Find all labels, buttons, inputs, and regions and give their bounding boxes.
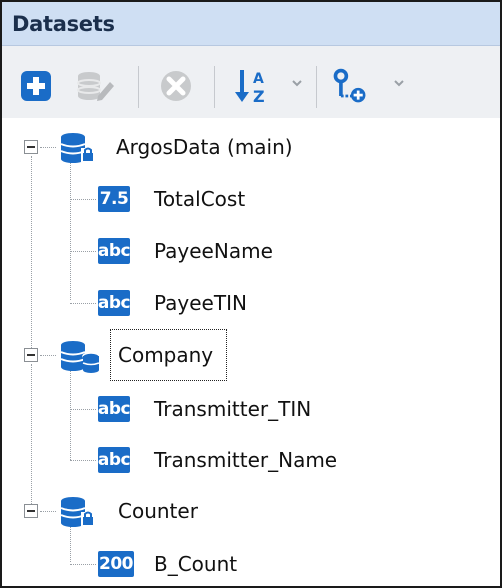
tree-guide-line: [70, 199, 96, 200]
svg-text:A: A: [253, 71, 264, 87]
toolbar-separator: [316, 66, 317, 108]
chevron-down-icon[interactable]: [392, 76, 406, 90]
sort-az-icon: A Z: [235, 70, 265, 106]
tree-guide-line: [31, 364, 32, 504]
tree-guide-line: [40, 355, 56, 356]
plus-icon: [21, 71, 51, 101]
tree-guide-line: [70, 564, 96, 565]
add-relation-button[interactable]: [330, 66, 370, 106]
database-lock-icon: [60, 133, 95, 163]
panel-header: Datasets: [2, 2, 500, 46]
dataset-name[interactable]: Company: [118, 343, 213, 367]
dataset-name[interactable]: Counter: [118, 499, 198, 523]
tree-guide-line: [70, 370, 71, 460]
field-name[interactable]: PayeeName: [154, 239, 273, 263]
tree-guide-line: [70, 303, 96, 304]
panel-title: Datasets: [12, 12, 115, 36]
collapse-toggle[interactable]: [24, 504, 38, 518]
tree-guide-line: [70, 409, 96, 410]
tree-guide-line: [70, 251, 96, 252]
toolbar: A Z: [2, 46, 500, 118]
toolbar-separator: [138, 66, 139, 108]
sort-button[interactable]: A Z: [232, 66, 272, 106]
database-table-icon: [60, 341, 100, 373]
tree-guide-line: [40, 147, 56, 148]
field-name[interactable]: Transmitter_Name: [154, 448, 337, 472]
field-name[interactable]: PayeeTIN: [154, 291, 247, 315]
tree-guide-line: [40, 511, 56, 512]
field-name[interactable]: Transmitter_TIN: [154, 397, 311, 421]
text-type-badge: abc: [98, 396, 131, 422]
tree-guide-line: [31, 156, 32, 348]
integer-type-badge: 200: [98, 551, 134, 577]
chevron-down-icon[interactable]: [290, 76, 304, 90]
close-circle-icon: [161, 71, 191, 101]
database-lock-icon: [60, 497, 95, 527]
text-type-badge: abc: [98, 290, 131, 316]
text-type-badge: abc: [98, 447, 131, 473]
collapse-toggle[interactable]: [24, 348, 38, 362]
tree-guide-line: [70, 160, 71, 300]
text-type-badge: abc: [98, 238, 131, 264]
collapse-toggle[interactable]: [24, 140, 38, 154]
svg-text:Z: Z: [253, 87, 265, 106]
delete-dataset-button[interactable]: [156, 66, 196, 106]
number-type-badge: 7.5: [98, 186, 130, 212]
database-edit-icon: [77, 72, 114, 101]
dataset-name[interactable]: ArgosData (main): [116, 135, 293, 159]
dataset-tree: ArgosData (main) 7.5 TotalCost abc Payee…: [4, 118, 500, 586]
tree-guide-line: [70, 526, 71, 562]
datasets-panel: Datasets A Z ArgosData (main) 7.5 TotalC…: [0, 0, 502, 588]
node-add-icon: [333, 68, 366, 103]
field-name[interactable]: B_Count: [154, 552, 237, 576]
field-name[interactable]: TotalCost: [154, 187, 245, 211]
edit-dataset-button[interactable]: [74, 66, 114, 106]
tree-guide-line: [70, 460, 96, 461]
add-dataset-button[interactable]: [16, 66, 56, 106]
toolbar-separator: [214, 66, 215, 108]
